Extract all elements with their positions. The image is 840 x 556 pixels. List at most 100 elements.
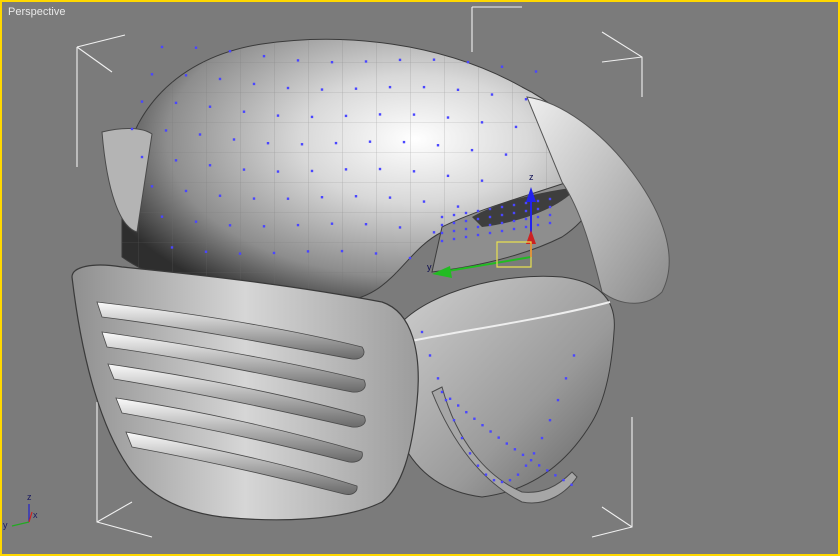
mesh-vertex[interactable]: [378, 113, 382, 116]
mesh-vertex[interactable]: [457, 404, 460, 407]
mesh-vertex[interactable]: [484, 473, 488, 476]
mesh-vertex[interactable]: [529, 459, 533, 462]
mesh-vertex[interactable]: [130, 127, 134, 131]
mesh-vertex[interactable]: [512, 203, 516, 207]
mesh-vertex[interactable]: [440, 231, 444, 235]
mesh-vertex[interactable]: [140, 155, 144, 159]
mesh-vertex[interactable]: [170, 246, 174, 249]
mesh-vertex[interactable]: [310, 169, 314, 173]
mesh-vertex[interactable]: [488, 231, 492, 235]
mesh-vertex[interactable]: [306, 250, 310, 253]
mesh-vertex[interactable]: [242, 110, 246, 113]
helmet-mesh[interactable]: [71, 38, 670, 521]
mesh-vertex[interactable]: [516, 473, 520, 476]
mesh-vertex[interactable]: [276, 114, 280, 117]
mesh-vertex[interactable]: [232, 138, 236, 141]
mesh-vertex[interactable]: [198, 133, 202, 136]
mesh-vertex[interactable]: [524, 209, 528, 213]
mesh-vertex[interactable]: [160, 215, 164, 218]
mesh-vertex[interactable]: [204, 250, 208, 253]
mesh-vertex[interactable]: [524, 201, 528, 205]
mesh-vertex[interactable]: [266, 141, 270, 145]
mesh-vertex[interactable]: [440, 215, 444, 219]
mesh-vertex[interactable]: [488, 215, 492, 219]
mesh-vertex[interactable]: [184, 189, 188, 193]
mesh-vertex[interactable]: [572, 354, 576, 357]
mesh-vertex[interactable]: [514, 125, 518, 129]
mesh-vertex[interactable]: [398, 226, 402, 229]
mesh-vertex[interactable]: [364, 60, 368, 63]
mesh-vertex[interactable]: [440, 223, 444, 227]
mesh-vertex[interactable]: [296, 223, 300, 227]
mesh-vertex[interactable]: [354, 87, 358, 90]
mesh-vertex[interactable]: [446, 174, 450, 178]
mesh-vertex[interactable]: [488, 207, 492, 211]
mesh-vertex[interactable]: [164, 129, 168, 132]
mesh-vertex[interactable]: [536, 207, 540, 211]
mesh-vertex[interactable]: [490, 93, 494, 96]
perspective-viewport[interactable]: Perspective z y z y x: [0, 0, 840, 556]
mesh-vertex[interactable]: [374, 252, 378, 255]
mesh-vertex[interactable]: [218, 77, 222, 81]
mesh-vertex[interactable]: [208, 105, 212, 108]
mesh-vertex[interactable]: [524, 225, 528, 229]
mesh-vertex[interactable]: [262, 54, 266, 58]
mesh-vertex[interactable]: [402, 140, 406, 144]
mesh-vertex[interactable]: [470, 148, 474, 152]
mesh-vertex[interactable]: [556, 398, 560, 402]
mesh-vertex[interactable]: [452, 221, 456, 225]
mesh-vertex[interactable]: [476, 233, 480, 237]
mesh-vertex[interactable]: [476, 217, 480, 221]
mesh-vertex[interactable]: [476, 209, 480, 213]
mesh-vertex[interactable]: [252, 197, 256, 200]
mesh-vertex[interactable]: [344, 168, 348, 171]
mesh-vertex[interactable]: [536, 223, 540, 227]
mesh-vertex[interactable]: [194, 220, 198, 223]
mesh-vertex[interactable]: [538, 464, 541, 467]
mesh-vertex[interactable]: [330, 60, 334, 64]
mesh-vertex[interactable]: [505, 442, 508, 445]
mesh-vertex[interactable]: [504, 153, 508, 156]
mesh-vertex[interactable]: [562, 478, 565, 482]
mesh-vertex[interactable]: [334, 141, 338, 145]
mesh-vertex[interactable]: [540, 436, 544, 440]
mesh-vertex[interactable]: [184, 74, 188, 77]
mesh-vertex[interactable]: [521, 453, 525, 457]
mesh-vertex[interactable]: [364, 223, 368, 226]
mesh-vertex[interactable]: [286, 86, 290, 90]
mesh-vertex[interactable]: [500, 221, 504, 225]
mesh-vertex[interactable]: [422, 85, 426, 89]
mesh-vertex[interactable]: [320, 88, 324, 91]
mesh-vertex[interactable]: [140, 100, 144, 103]
mesh-vertex[interactable]: [262, 225, 266, 228]
mesh-vertex[interactable]: [422, 200, 426, 203]
mesh-vertex[interactable]: [513, 448, 517, 451]
mesh-vertex[interactable]: [344, 114, 348, 118]
mesh-vertex[interactable]: [456, 205, 460, 208]
mesh-vertex[interactable]: [452, 418, 456, 422]
mesh-vertex[interactable]: [272, 251, 276, 255]
mesh-vertex[interactable]: [208, 164, 212, 167]
mesh-vertex[interactable]: [174, 101, 178, 105]
mesh-vertex[interactable]: [524, 464, 528, 467]
mesh-vertex[interactable]: [489, 430, 492, 433]
mesh-vertex[interactable]: [548, 213, 552, 217]
mesh-vertex[interactable]: [464, 211, 468, 215]
mesh-vertex[interactable]: [536, 199, 540, 203]
mesh-vertex[interactable]: [554, 474, 557, 477]
mesh-vertex[interactable]: [500, 65, 504, 68]
mesh-vertex[interactable]: [473, 417, 476, 420]
mesh-vertex[interactable]: [534, 70, 538, 73]
mesh-vertex[interactable]: [388, 85, 392, 89]
mesh-vertex[interactable]: [570, 483, 573, 486]
mesh-vertex[interactable]: [564, 377, 568, 380]
mesh-vertex[interactable]: [481, 423, 484, 427]
mesh-vertex[interactable]: [500, 480, 504, 484]
mesh-vertex[interactable]: [296, 59, 300, 62]
mesh-vertex[interactable]: [238, 252, 242, 255]
mesh-vertex[interactable]: [276, 170, 280, 173]
mesh-vertex[interactable]: [218, 194, 222, 197]
mesh-vertex[interactable]: [532, 452, 536, 455]
mesh-vertex[interactable]: [468, 452, 472, 455]
mesh-vertex[interactable]: [497, 436, 500, 439]
